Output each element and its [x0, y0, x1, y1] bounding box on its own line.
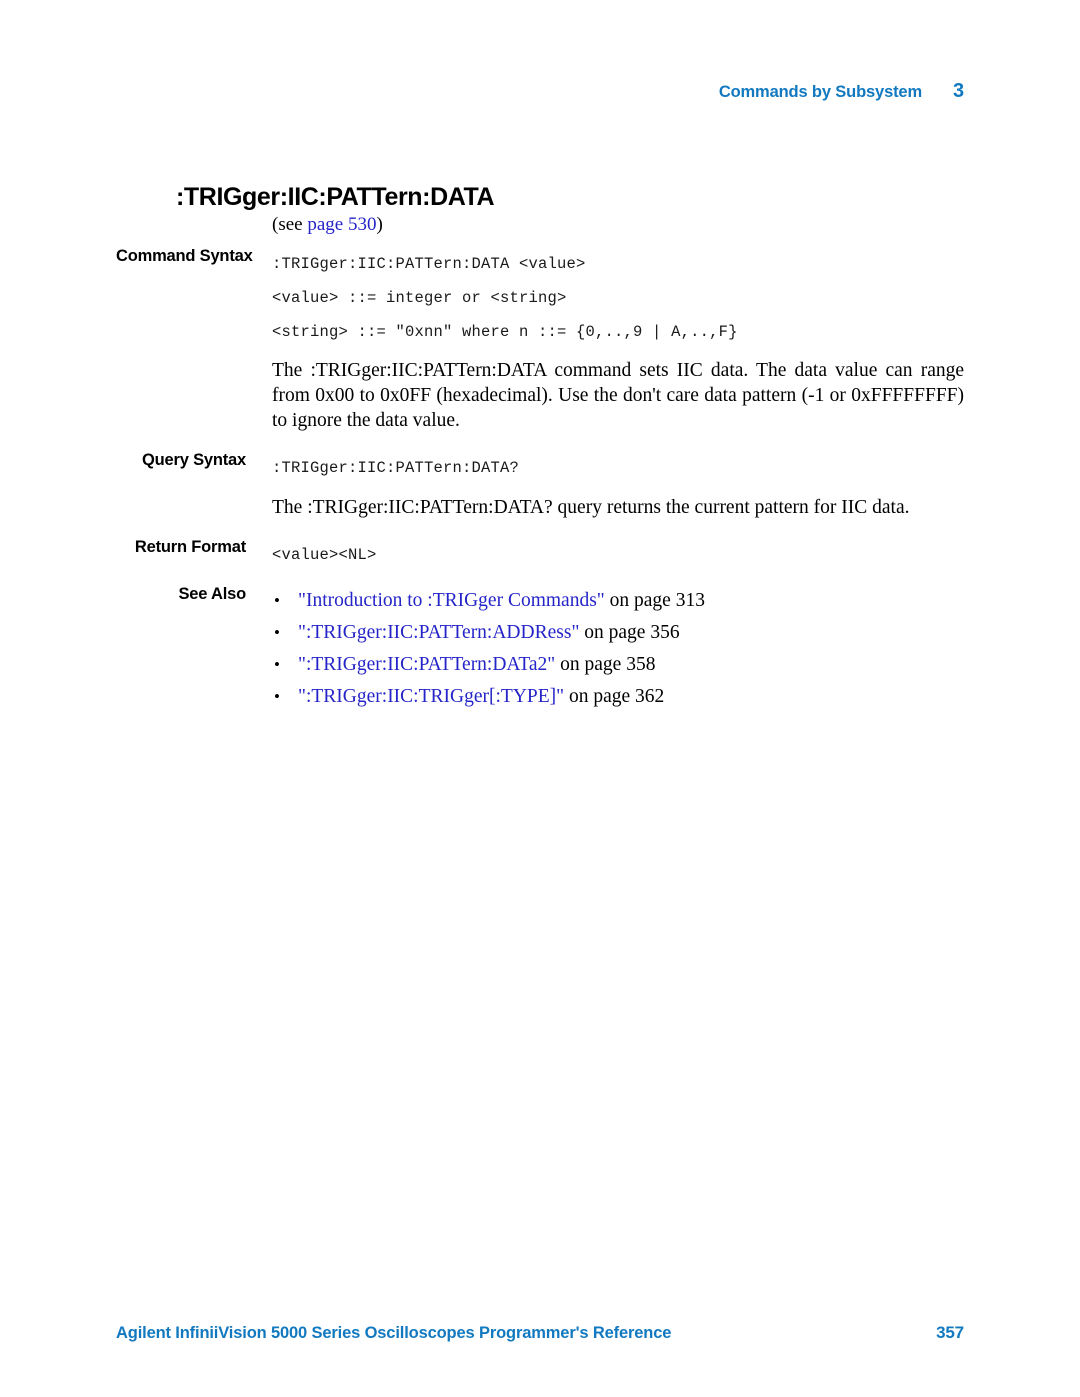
see-also-link[interactable]: "Introduction to :TRIGger Commands"	[298, 590, 605, 611]
command-syntax-code-line: <value> ::= integer or <string>	[272, 289, 567, 307]
see-also-list: "Introduction to :TRIGger Commands" on p…	[272, 585, 964, 713]
page-title: :TRIGger:IIC:PATTern:DATA	[176, 182, 495, 211]
running-header: Commands by Subsystem 3	[116, 80, 964, 106]
see-also-link[interactable]: ":TRIGger:IIC:PATTern:DATa2"	[298, 654, 555, 675]
command-syntax-section: Command Syntax :TRIGger:IIC:PATTern:DATA…	[116, 247, 964, 433]
see-also-label: See Also	[178, 585, 247, 603]
command-syntax-description: The :TRIGger:IIC:PATTern:DATA command se…	[272, 360, 964, 431]
document-page: Commands by Subsystem 3 :TRIGger:IIC:PAT…	[0, 0, 1080, 1397]
see-also-link[interactable]: ":TRIGger:IIC:PATTern:ADDRess"	[298, 622, 579, 643]
see-also-page-ref: on page 356	[579, 622, 680, 643]
command-syntax-label: Command Syntax	[116, 247, 253, 265]
list-item: "Introduction to :TRIGger Commands" on p…	[272, 585, 964, 617]
command-reference-body: (see page 530) Command Syntax :TRIGger:I…	[116, 212, 964, 713]
see-page-link[interactable]: page 530	[307, 214, 376, 235]
header-chapter-number: 3	[953, 80, 964, 102]
see-prefix: (see	[272, 214, 308, 235]
list-item: ":TRIGger:IIC:PATTern:ADDRess" on page 3…	[272, 617, 964, 649]
return-format-label: Return Format	[134, 538, 246, 556]
list-item: ":TRIGger:IIC:PATTern:DATa2" on page 358	[272, 649, 964, 681]
see-also-page-ref: on page 313	[604, 590, 705, 611]
command-syntax-code-line: <string> ::= "0xnn" where n ::= {0,..,9 …	[272, 323, 738, 341]
see-page-reference: (see page 530)	[272, 212, 964, 238]
see-suffix: )	[376, 214, 383, 235]
query-syntax-label: Query Syntax	[142, 451, 246, 469]
footer-page-number: 357	[936, 1323, 964, 1342]
query-syntax-section: Query Syntax :TRIGger:IIC:PATTern:DATA? …	[116, 451, 964, 520]
footer-document-title: Agilent InfiniiVision 5000 Series Oscill…	[116, 1324, 672, 1342]
see-reference-row: (see page 530)	[116, 212, 964, 247]
query-syntax-code-line: :TRIGger:IIC:PATTern:DATA?	[272, 459, 520, 477]
see-also-page-ref: on page 362	[564, 686, 665, 707]
list-item: ":TRIGger:IIC:TRIGger[:TYPE]" on page 36…	[272, 681, 964, 713]
return-format-code-line: <value><NL>	[272, 546, 377, 564]
see-also-section: See Also "Introduction to :TRIGger Comma…	[116, 585, 964, 713]
header-chapter-title: Commands by Subsystem	[718, 83, 922, 101]
return-format-section: Return Format <value><NL>	[116, 538, 964, 572]
see-also-link[interactable]: ":TRIGger:IIC:TRIGger[:TYPE]"	[298, 686, 564, 707]
command-syntax-code-line: :TRIGger:IIC:PATTern:DATA <value>	[272, 255, 586, 273]
page-footer: Agilent InfiniiVision 5000 Series Oscill…	[116, 1323, 964, 1349]
see-also-page-ref: on page 358	[555, 654, 656, 675]
query-syntax-description: The :TRIGger:IIC:PATTern:DATA? query ret…	[272, 497, 910, 518]
